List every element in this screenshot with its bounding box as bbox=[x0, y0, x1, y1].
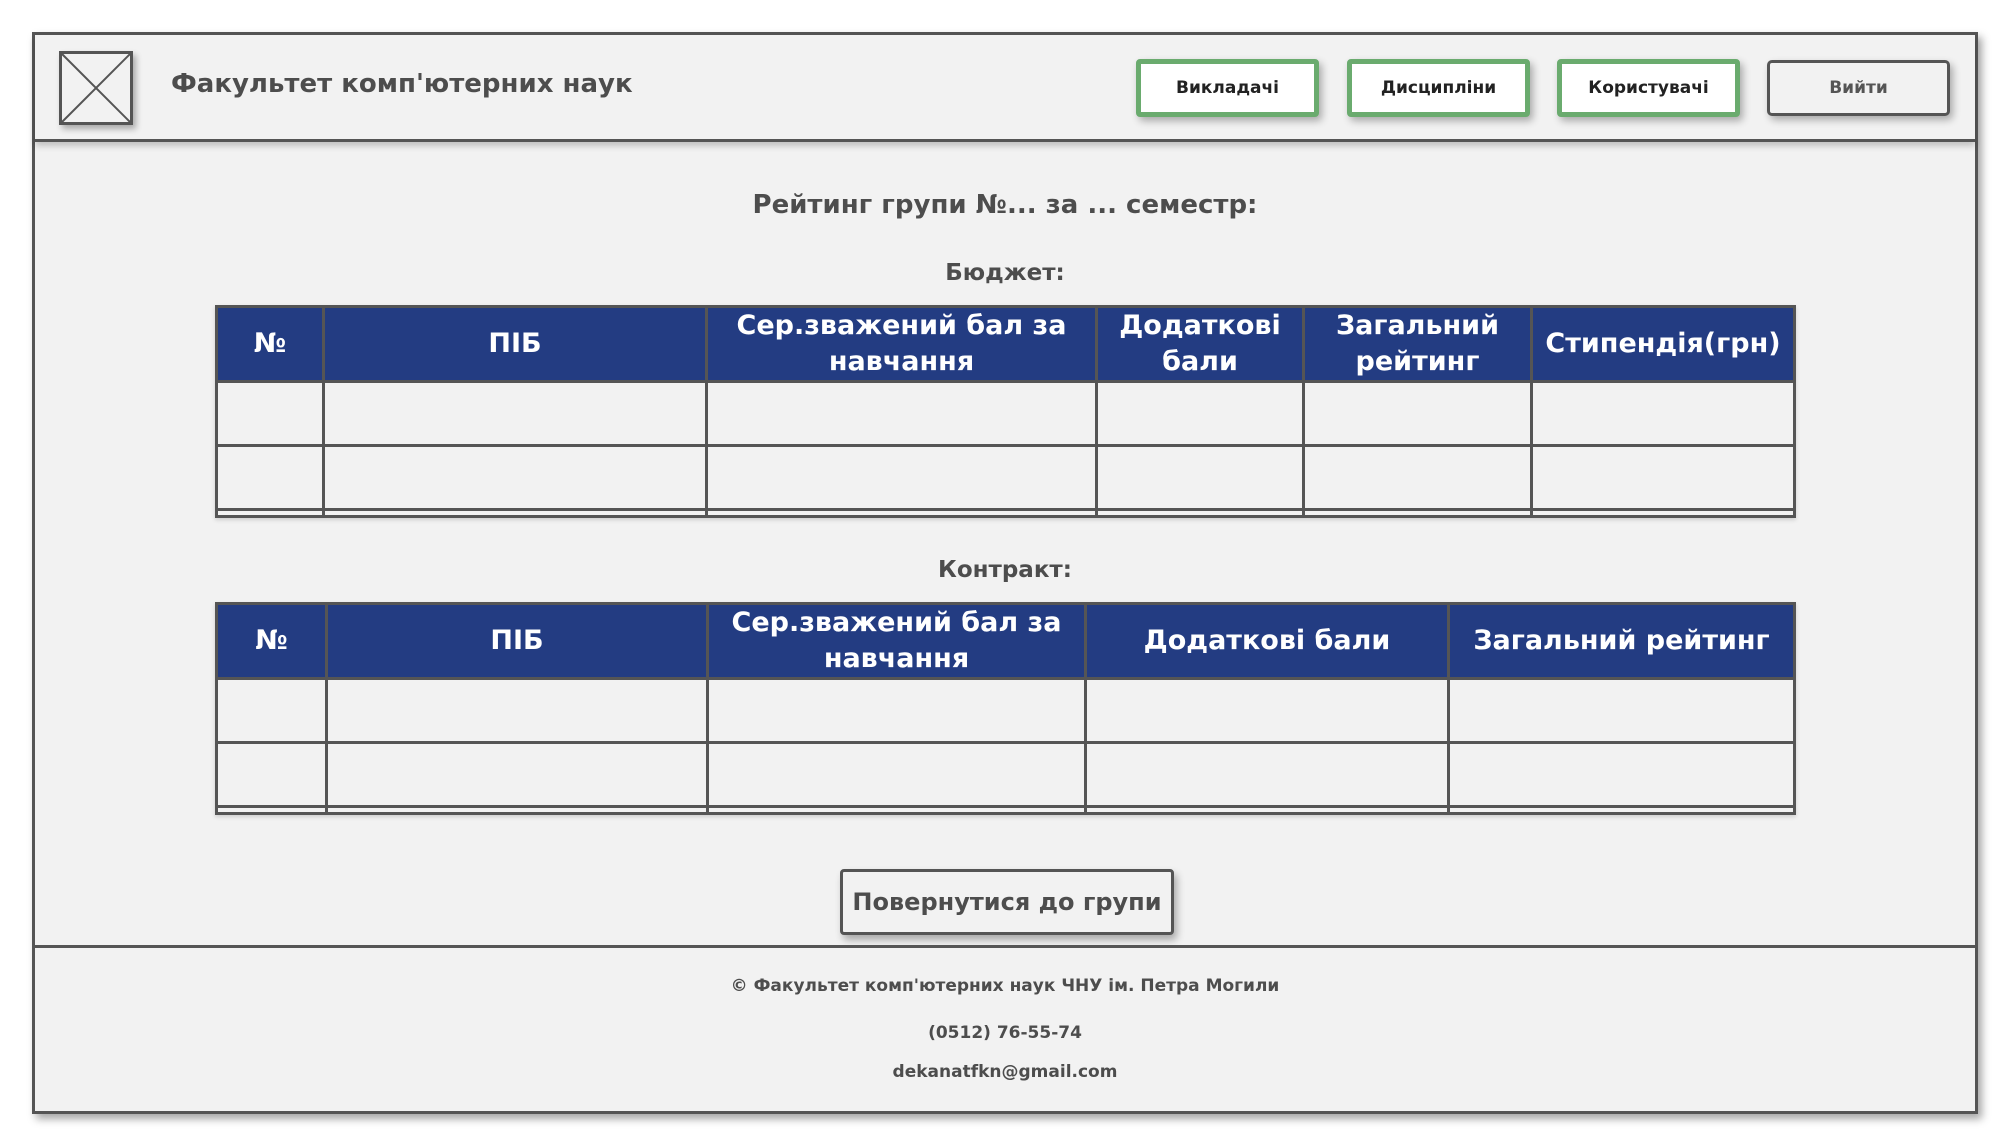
nav-button-disciplines[interactable]: Дисципліни bbox=[1347, 59, 1530, 117]
budget-rating-table: № ПІБ Сер.зважений бал за навчання Додат… bbox=[215, 305, 1796, 518]
nav-button-users[interactable]: Користувачі bbox=[1557, 59, 1740, 117]
table-cell bbox=[1447, 677, 1796, 744]
column-header-number: № bbox=[215, 305, 325, 383]
table-row bbox=[215, 741, 1796, 808]
budget-section-label: Бюджет: bbox=[945, 260, 1065, 286]
table-cell bbox=[1302, 380, 1533, 447]
nav-button-teachers[interactable]: Викладачі bbox=[1136, 59, 1319, 117]
column-header-extra-points: Додаткові бали bbox=[1084, 602, 1450, 680]
column-header-total-rating: Загальний рейтинг bbox=[1302, 305, 1533, 383]
table-cell bbox=[215, 380, 325, 447]
table-cell bbox=[325, 677, 709, 744]
back-to-group-button[interactable]: Повернутися до групи bbox=[840, 869, 1174, 935]
footer: © Факультет комп'ютерних наук ЧНУ ім. Пе… bbox=[35, 945, 1975, 1111]
column-header-number: № bbox=[215, 602, 328, 680]
table-row bbox=[215, 677, 1796, 744]
table-cell bbox=[1095, 444, 1305, 511]
table-header-row: № ПІБ Сер.зважений бал за навчання Додат… bbox=[215, 602, 1796, 680]
column-header-extra-points: Додаткові бали bbox=[1095, 305, 1305, 383]
table-cell bbox=[1530, 380, 1796, 447]
table-row-edge bbox=[215, 805, 1796, 815]
page-title: Рейтинг групи №... за ... семестр: bbox=[752, 190, 1258, 220]
logo-placeholder-icon bbox=[59, 51, 133, 125]
column-header-average-score: Сер.зважений бал за навчання bbox=[705, 305, 1098, 383]
table-cell bbox=[1084, 677, 1450, 744]
table-row bbox=[215, 444, 1796, 511]
header: Факультет комп'ютерних наук Викладачі Ди… bbox=[35, 35, 1975, 142]
table-cell bbox=[705, 380, 1098, 447]
table-row bbox=[215, 380, 1796, 447]
site-title: Факультет комп'ютерних наук bbox=[171, 69, 633, 99]
logout-button[interactable]: Вийти bbox=[1767, 60, 1950, 116]
table-cell bbox=[1447, 741, 1796, 808]
table-cell bbox=[322, 444, 708, 511]
table-cell bbox=[215, 444, 325, 511]
column-header-average-score: Сер.зважений бал за навчання bbox=[706, 602, 1087, 680]
table-cell bbox=[706, 741, 1087, 808]
table-cell bbox=[325, 741, 709, 808]
table-cell bbox=[1302, 444, 1533, 511]
column-header-total-rating: Загальний рейтинг bbox=[1447, 602, 1796, 680]
table-cell bbox=[1530, 444, 1796, 511]
table-cell bbox=[1095, 380, 1305, 447]
contract-rating-table: № ПІБ Сер.зважений бал за навчання Додат… bbox=[215, 602, 1796, 815]
contract-section-label: Контракт: bbox=[938, 557, 1072, 583]
table-cell bbox=[215, 741, 328, 808]
footer-phone: (0512) 76-55-74 bbox=[928, 1023, 1082, 1043]
table-cell bbox=[215, 677, 328, 744]
table-row-edge bbox=[215, 508, 1796, 518]
footer-copyright: © Факультет комп'ютерних наук ЧНУ ім. Пе… bbox=[730, 976, 1280, 996]
column-header-name: ПІБ bbox=[325, 602, 709, 680]
column-header-name: ПІБ bbox=[322, 305, 708, 383]
table-header-row: № ПІБ Сер.зважений бал за навчання Додат… bbox=[215, 305, 1796, 383]
page-frame: Факультет комп'ютерних наук Викладачі Ди… bbox=[32, 32, 1978, 1114]
table-cell bbox=[1084, 741, 1450, 808]
column-header-scholarship: Стипендія(грн) bbox=[1530, 305, 1796, 383]
table-cell bbox=[706, 677, 1087, 744]
table-cell bbox=[705, 444, 1098, 511]
table-cell bbox=[322, 380, 708, 447]
footer-email[interactable]: dekanatfkn@gmail.com bbox=[35, 1062, 1975, 1082]
